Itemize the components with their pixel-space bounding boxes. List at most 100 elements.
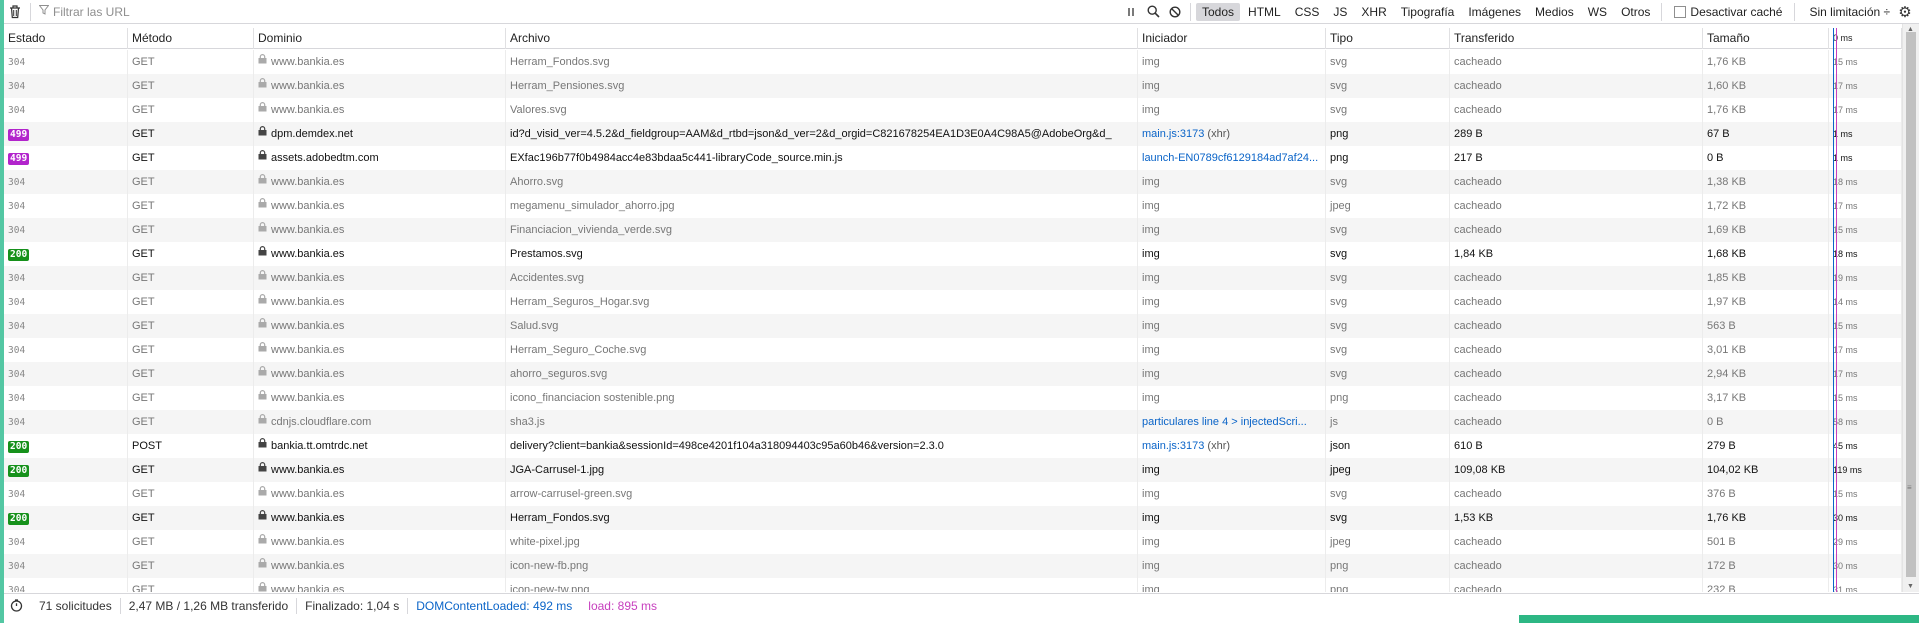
- request-row[interactable]: 304 GET www.bankia.es Herram_Seguro_Coche.s…: [4, 338, 1902, 362]
- domain-text: www.bankia.es: [271, 200, 345, 212]
- type-filter-ws[interactable]: WS: [1582, 3, 1613, 21]
- initiator-text: img: [1142, 368, 1160, 380]
- initiator-link[interactable]: launch-EN0789cf6129184ad7af24...: [1142, 152, 1318, 164]
- network-status-bar: 71 solicitudes 2,47 MB / 1,26 MB transfe…: [4, 593, 1919, 617]
- column-header-status[interactable]: Estado: [4, 28, 128, 49]
- disable-cache-checkbox[interactable]: [1674, 5, 1687, 18]
- domain-text: bankia.tt.omtrdc.net: [271, 440, 368, 452]
- request-row[interactable]: 304 GET www.bankia.es Financiacion_vivienda…: [4, 218, 1902, 242]
- request-row[interactable]: 304 GET www.bankia.es Herram_Pensiones.svg i…: [4, 74, 1902, 98]
- vertical-scrollbar[interactable]: ▲ ≡ ▼: [1902, 24, 1919, 592]
- request-row[interactable]: 200 GET www.bankia.es JGA-Carrusel-1.jpg img…: [4, 458, 1902, 482]
- status-badge: 200: [8, 441, 30, 453]
- method-cell: GET: [128, 554, 254, 578]
- type-cell: svg: [1326, 98, 1450, 122]
- type-filter-todos[interactable]: Todos: [1196, 2, 1241, 21]
- type-filter-css[interactable]: CSS: [1289, 3, 1326, 21]
- type-filter-html[interactable]: HTML: [1242, 3, 1287, 21]
- size-cell: 3,17 KB: [1703, 386, 1829, 410]
- method-cell: GET: [128, 458, 254, 482]
- url-filter-input[interactable]: [53, 4, 1120, 19]
- stopwatch-icon[interactable]: [4, 599, 31, 612]
- lock-icon: [258, 314, 267, 337]
- request-row[interactable]: 200 POST bankia.tt.omtrdc.net delivery?clie…: [4, 434, 1902, 458]
- domain-text: www.bankia.es: [271, 80, 345, 92]
- request-row[interactable]: 304 GET www.bankia.es megamenu_simulador_ah…: [4, 194, 1902, 218]
- type-filter-xhr[interactable]: XHR: [1355, 3, 1392, 21]
- initiator-text: img: [1142, 80, 1160, 92]
- type-filter-imágenes[interactable]: Imágenes: [1462, 3, 1527, 21]
- initiator-cell: launch-EN0789cf6129184ad7af24...: [1138, 146, 1326, 170]
- request-row[interactable]: 304 GET www.bankia.es Herram_Fondos.svg img s…: [4, 50, 1902, 74]
- size-cell: 3,01 KB: [1703, 338, 1829, 362]
- request-row[interactable]: 304 GET www.bankia.es Valores.svg img svg cach…: [4, 98, 1902, 122]
- type-cell: svg: [1326, 314, 1450, 338]
- status-cell: 304: [4, 410, 128, 434]
- initiator-cell: img: [1138, 50, 1326, 74]
- method-cell: GET: [128, 578, 254, 592]
- column-header-type[interactable]: Tipo: [1326, 28, 1450, 49]
- initiator-text: img: [1142, 584, 1160, 592]
- request-row[interactable]: 304 GET www.bankia.es ahorro_seguros.svg img…: [4, 362, 1902, 386]
- throttle-select[interactable]: Sin limitación ÷: [1799, 5, 1900, 19]
- column-header-transferred[interactable]: Transferido: [1450, 28, 1703, 49]
- request-row[interactable]: 304 GET www.bankia.es white-pixel.jpg img jpe…: [4, 530, 1902, 554]
- gear-icon[interactable]: ⚙: [1895, 2, 1915, 22]
- transferred-cell: cacheado: [1450, 362, 1703, 386]
- request-row[interactable]: 200 GET www.bankia.es Herram_Fondos.svg img s…: [4, 506, 1902, 530]
- type-filter-tipografía[interactable]: Tipografía: [1395, 3, 1461, 21]
- type-filter-otros[interactable]: Otros: [1615, 3, 1656, 21]
- column-header-domain[interactable]: Dominio: [254, 28, 506, 49]
- pause-icon[interactable]: [1120, 1, 1142, 23]
- search-icon[interactable]: [1142, 1, 1164, 23]
- request-row[interactable]: 304 GET www.bankia.es icono_financiacion so…: [4, 386, 1902, 410]
- request-row[interactable]: 200 GET www.bankia.es Prestamos.svg img svg 1,…: [4, 242, 1902, 266]
- file-cell: EXfac196b77f0b4984acc4e83bdaa5c441-libra…: [506, 146, 1138, 170]
- domain-text: www.bankia.es: [271, 272, 345, 284]
- column-header-waterfall[interactable]: 0 ms: [1829, 28, 1902, 49]
- column-header-size[interactable]: Tamaño: [1703, 28, 1829, 49]
- domain-cell: www.bankia.es: [254, 554, 506, 578]
- lock-icon: [258, 170, 267, 193]
- request-row[interactable]: 304 GET www.bankia.es Ahorro.svg img svg cache…: [4, 170, 1902, 194]
- initiator-text: img: [1142, 560, 1160, 572]
- disable-cache-toggle[interactable]: Desactivar caché: [1666, 5, 1790, 19]
- waterfall-time: 15 ms: [1829, 314, 1902, 338]
- method-cell: GET: [128, 386, 254, 410]
- block-icon[interactable]: [1164, 1, 1186, 23]
- type-filter-medios[interactable]: Medios: [1529, 3, 1580, 21]
- initiator-link[interactable]: main.js:3173: [1142, 440, 1204, 452]
- domain-cell: www.bankia.es: [254, 290, 506, 314]
- domain-text: www.bankia.es: [271, 512, 345, 524]
- trash-icon[interactable]: [4, 1, 26, 23]
- lock-icon: [258, 50, 267, 73]
- request-row[interactable]: 304 GET www.bankia.es Accidentes.svg img svg c…: [4, 266, 1902, 290]
- transferred-cell: cacheado: [1450, 482, 1703, 506]
- request-row[interactable]: 304 GET www.bankia.es Salud.svg img svg cachea…: [4, 314, 1902, 338]
- column-header-initiator[interactable]: Iniciador: [1138, 28, 1326, 49]
- column-header-method[interactable]: Método: [128, 28, 254, 49]
- file-cell: white-pixel.jpg: [506, 530, 1138, 554]
- request-row[interactable]: 304 GET www.bankia.es Herram_Seguros_Hogar.…: [4, 290, 1902, 314]
- initiator-link[interactable]: particulares line 4 > injectedScri...: [1142, 416, 1307, 428]
- request-row[interactable]: 304 GET www.bankia.es icon-new-fb.png img png…: [4, 554, 1902, 578]
- type-cell: jpeg: [1326, 530, 1450, 554]
- scroll-thumb[interactable]: [1906, 32, 1916, 577]
- request-row[interactable]: 304 GET www.bankia.es arrow-carrusel-green.…: [4, 482, 1902, 506]
- url-filter[interactable]: [35, 1, 1120, 23]
- file-cell: Herram_Fondos.svg: [506, 50, 1138, 74]
- request-row[interactable]: 304 GET cdnjs.cloudflare.com sha3.js particu…: [4, 410, 1902, 434]
- scroll-down-arrow-icon[interactable]: ▼: [1907, 583, 1914, 590]
- initiator-link[interactable]: main.js:3173: [1142, 128, 1204, 140]
- request-row[interactable]: 499 GET dpm.demdex.net id?d_visid_ver=4.5.2…: [4, 122, 1902, 146]
- type-filter-js[interactable]: JS: [1327, 3, 1353, 21]
- domain-text: www.bankia.es: [271, 464, 345, 476]
- column-header-file[interactable]: Archivo: [506, 28, 1138, 49]
- type-cell: svg: [1326, 482, 1450, 506]
- request-row[interactable]: 304 GET www.bankia.es icon-new-tw.png img png…: [4, 578, 1902, 592]
- domain-cell: dpm.demdex.net: [254, 122, 506, 146]
- type-cell: svg: [1326, 266, 1450, 290]
- size-cell: 0 B: [1703, 146, 1829, 170]
- request-row[interactable]: 499 GET assets.adobedtm.com EXfac196b77f0b4…: [4, 146, 1902, 170]
- domain-cell: assets.adobedtm.com: [254, 146, 506, 170]
